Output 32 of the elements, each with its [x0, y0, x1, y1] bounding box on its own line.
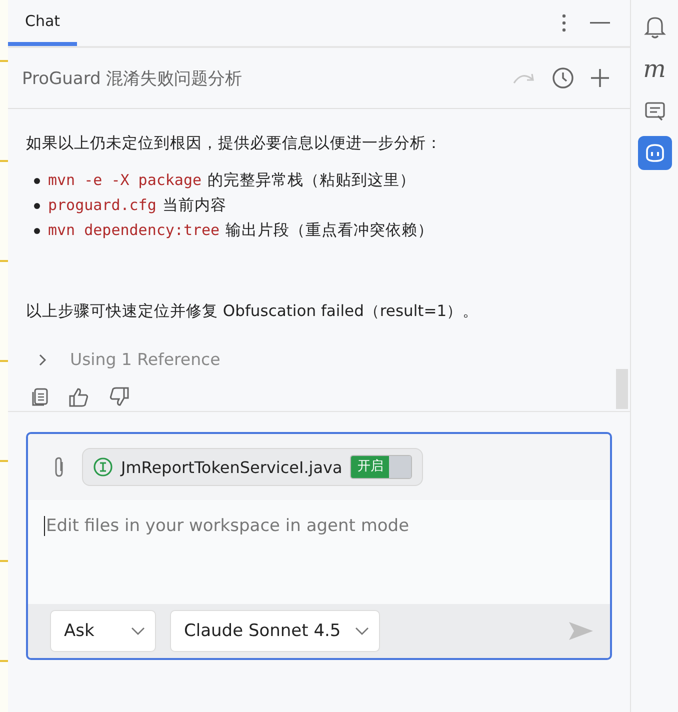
m-logo-icon[interactable]: m: [638, 52, 672, 86]
bullet-icon: [34, 178, 40, 184]
message-input[interactable]: Edit files in your workspace in agent mode: [44, 516, 596, 536]
bullet-icon: [34, 228, 40, 234]
scrollbar[interactable]: [616, 369, 628, 409]
code-text: mvn dependency:tree: [48, 220, 220, 241]
intro-text: 如果以上仍未定位到根因，提供必要信息以便进一步分析：: [26, 133, 443, 154]
model-dropdown[interactable]: Claude Sonnet 4.5: [170, 610, 380, 652]
chevron-down-icon: [355, 627, 369, 635]
toggle-switch[interactable]: 开启: [350, 455, 412, 479]
chat-tab[interactable]: Chat: [8, 0, 78, 46]
thumbs-up-icon[interactable]: [68, 387, 90, 407]
history-icon[interactable]: [552, 67, 574, 89]
thumbs-down-icon[interactable]: [108, 387, 130, 407]
bullet-text: 当前内容: [162, 195, 226, 216]
copy-icon[interactable]: [30, 387, 50, 407]
assistant-icon[interactable]: [638, 136, 672, 170]
bullet-text: 的完整异常栈（粘贴到这里）: [208, 170, 416, 191]
mode-dropdown[interactable]: Ask: [50, 610, 156, 652]
minimize-icon[interactable]: [590, 21, 610, 25]
chevron-down-icon: [131, 627, 145, 635]
code-text: mvn -e -X package: [48, 170, 202, 191]
bullet-icon: [34, 202, 40, 208]
conversation-title: ProGuard 混淆失败问题分析: [22, 68, 242, 90]
file-chip[interactable]: JmReportTokenServiceI.java 开启: [82, 448, 424, 486]
file-name: JmReportTokenServiceI.java: [121, 458, 342, 476]
interface-icon: [93, 457, 113, 477]
code-text: proguard.cfg: [48, 195, 156, 216]
new-chat-icon[interactable]: [590, 68, 610, 88]
chevron-icon: [38, 352, 48, 366]
bullet-text: 输出片段（重点看冲突依赖）: [226, 220, 434, 241]
conclusion-text: 以上步骤可快速定位并修复 Obfuscation failed（result=1）。: [26, 301, 480, 322]
